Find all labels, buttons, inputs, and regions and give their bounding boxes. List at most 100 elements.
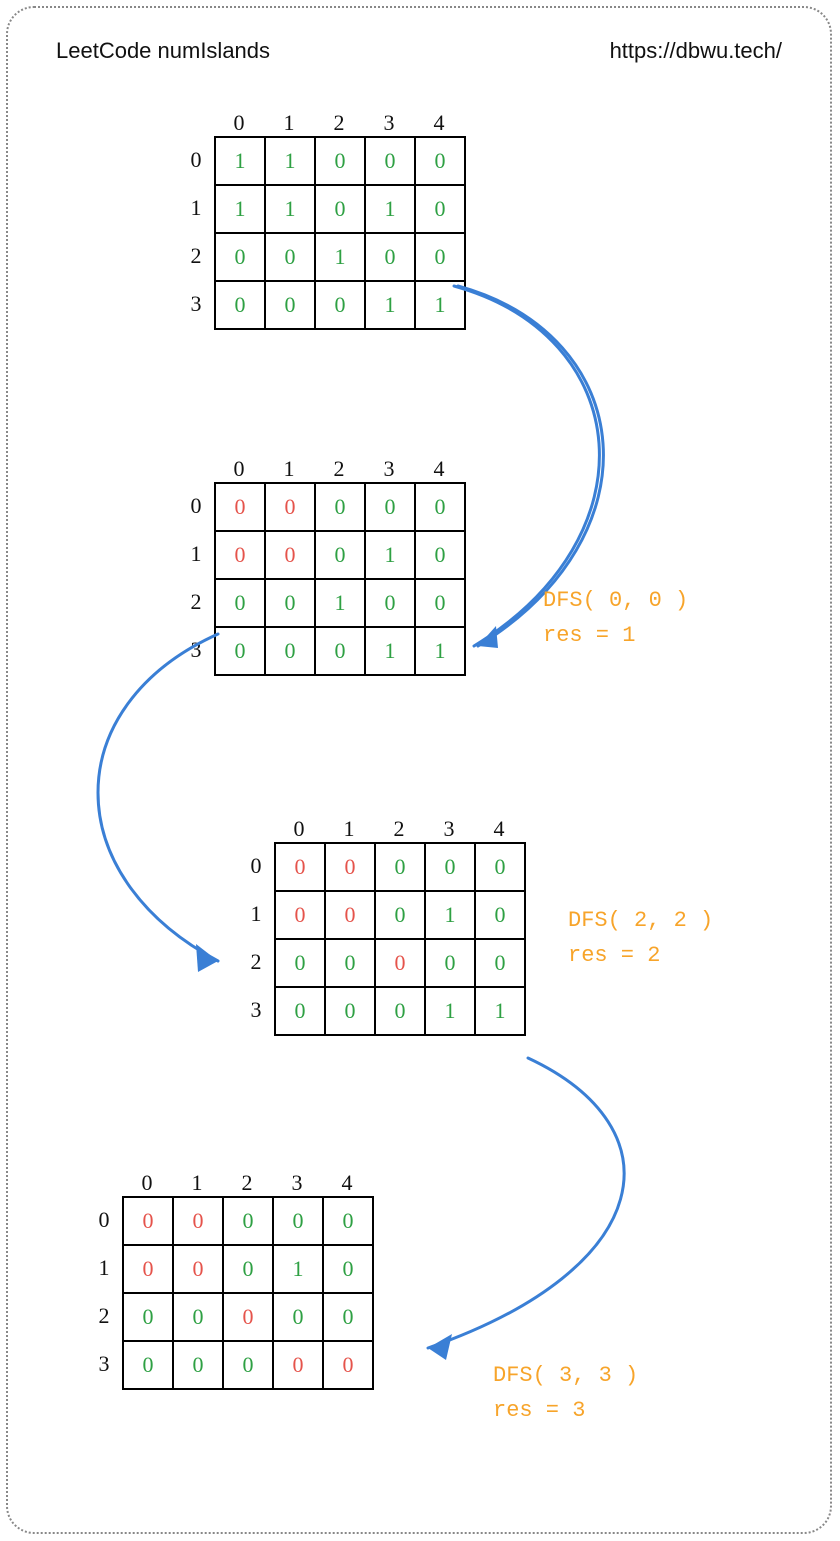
diagram-header: LeetCode numIslands https://dbwu.tech/: [8, 8, 830, 64]
col-header: 3: [272, 1170, 322, 1196]
table-row: 00010: [215, 531, 465, 579]
table-row: 11000: [215, 137, 465, 185]
diagram-frame: LeetCode numIslands https://dbwu.tech/ 0…: [6, 6, 832, 1534]
table-row: 00011: [215, 281, 465, 329]
grid-cell: 0: [415, 531, 465, 579]
grid-cell: 0: [323, 1293, 373, 1341]
grid-col-headers: 01234: [274, 816, 526, 842]
grid-cell: 0: [415, 233, 465, 281]
grid-col-headers: 01234: [122, 1170, 374, 1196]
row-header: 3: [86, 1340, 122, 1388]
grid-cell: 0: [173, 1341, 223, 1389]
table-row: 11010: [215, 185, 465, 233]
grid-cell: 0: [325, 843, 375, 891]
grid-cell: 1: [475, 987, 525, 1035]
grid-step-3: 01234012300000000100000000000: [86, 1170, 374, 1390]
grid-cell: 0: [315, 483, 365, 531]
grid-row-headers: 0123: [238, 842, 274, 1036]
row-header: 2: [238, 938, 274, 986]
row-header: 0: [86, 1196, 122, 1244]
grid-cell: 0: [215, 483, 265, 531]
grid-body: 012300000000100000000011: [238, 842, 526, 1036]
grid-cell: 0: [323, 1245, 373, 1293]
diagram-source-url: https://dbwu.tech/: [610, 38, 782, 64]
grid-cell: 0: [375, 987, 425, 1035]
grid-cell: 0: [315, 137, 365, 185]
grid-cell: 0: [123, 1293, 173, 1341]
row-header: 3: [238, 986, 274, 1034]
grid-cell: 0: [265, 531, 315, 579]
grid-cell: 0: [215, 579, 265, 627]
col-header: 3: [364, 110, 414, 136]
annotation-step-1: DFS( 0, 0 ) res = 1: [543, 583, 688, 653]
table-row: 00000: [275, 939, 525, 987]
grid-body: 012311000110100010000011: [178, 136, 466, 330]
annotation-call: DFS( 3, 3 ): [493, 1363, 638, 1388]
grid-cell: 0: [215, 531, 265, 579]
grid-col-headers: 01234: [214, 456, 466, 482]
grid-cell: 1: [315, 233, 365, 281]
grid-cell: 0: [173, 1197, 223, 1245]
grid-table: 00000000100000000011: [274, 842, 526, 1036]
grid-cell: 0: [215, 281, 265, 329]
table-row: 00100: [215, 579, 465, 627]
row-header: 1: [86, 1244, 122, 1292]
grid-col-headers: 01234: [214, 110, 466, 136]
row-header: 1: [178, 184, 214, 232]
col-header: 0: [214, 110, 264, 136]
table-row: 00010: [123, 1245, 373, 1293]
grid-cell: 0: [273, 1293, 323, 1341]
col-header: 4: [414, 456, 464, 482]
grid-cell: 0: [425, 939, 475, 987]
grid-cell: 0: [375, 891, 425, 939]
col-header: 0: [214, 456, 264, 482]
grid-cell: 1: [215, 185, 265, 233]
col-header: 4: [322, 1170, 372, 1196]
grid-cell: 1: [265, 137, 315, 185]
grid-cell: 0: [415, 579, 465, 627]
grid-cell: 0: [325, 939, 375, 987]
grid-cell: 0: [223, 1293, 273, 1341]
grid-cell: 0: [265, 281, 315, 329]
grid-cell: 0: [223, 1245, 273, 1293]
grid-cell: 0: [323, 1341, 373, 1389]
grid-cell: 0: [365, 233, 415, 281]
table-row: 00000: [215, 483, 465, 531]
col-header: 1: [172, 1170, 222, 1196]
table-row: 00000: [123, 1197, 373, 1245]
grid-cell: 0: [275, 939, 325, 987]
grid-cell: 0: [315, 185, 365, 233]
grid-cell: 0: [123, 1197, 173, 1245]
grid-cell: 1: [265, 185, 315, 233]
row-header: 3: [178, 280, 214, 328]
grid-cell: 1: [215, 137, 265, 185]
grid-cell: 0: [275, 987, 325, 1035]
grid-table: 00000000100000000000: [122, 1196, 374, 1390]
annotation-step-3: DFS( 3, 3 ) res = 3: [493, 1358, 638, 1428]
grid-cell: 0: [273, 1197, 323, 1245]
annotation-step-2: DFS( 2, 2 ) res = 2: [568, 903, 713, 973]
col-header: 2: [314, 456, 364, 482]
grid-cell: 0: [325, 987, 375, 1035]
grid-cell: 0: [365, 579, 415, 627]
grid-step-2: 01234012300000000100000000011: [238, 816, 526, 1036]
annotation-call: DFS( 0, 0 ): [543, 588, 688, 613]
grid-cell: 0: [415, 137, 465, 185]
col-header: 3: [364, 456, 414, 482]
grid-cell: 0: [365, 483, 415, 531]
grid-cell: 0: [375, 939, 425, 987]
col-header: 4: [474, 816, 524, 842]
grid-cell: 0: [325, 891, 375, 939]
grid-cell: 0: [323, 1197, 373, 1245]
grid-cell: 0: [315, 281, 365, 329]
grid-body: 012300000000100000000000: [86, 1196, 374, 1390]
row-header: 1: [178, 530, 214, 578]
grid-cell: 0: [275, 843, 325, 891]
row-header: 1: [238, 890, 274, 938]
grid-cell: 0: [265, 579, 315, 627]
table-row: 00010: [275, 891, 525, 939]
grid-table: 11000110100010000011: [214, 136, 466, 330]
grid-cell: 1: [365, 627, 415, 675]
col-header: 0: [274, 816, 324, 842]
grid-cell: 1: [425, 987, 475, 1035]
